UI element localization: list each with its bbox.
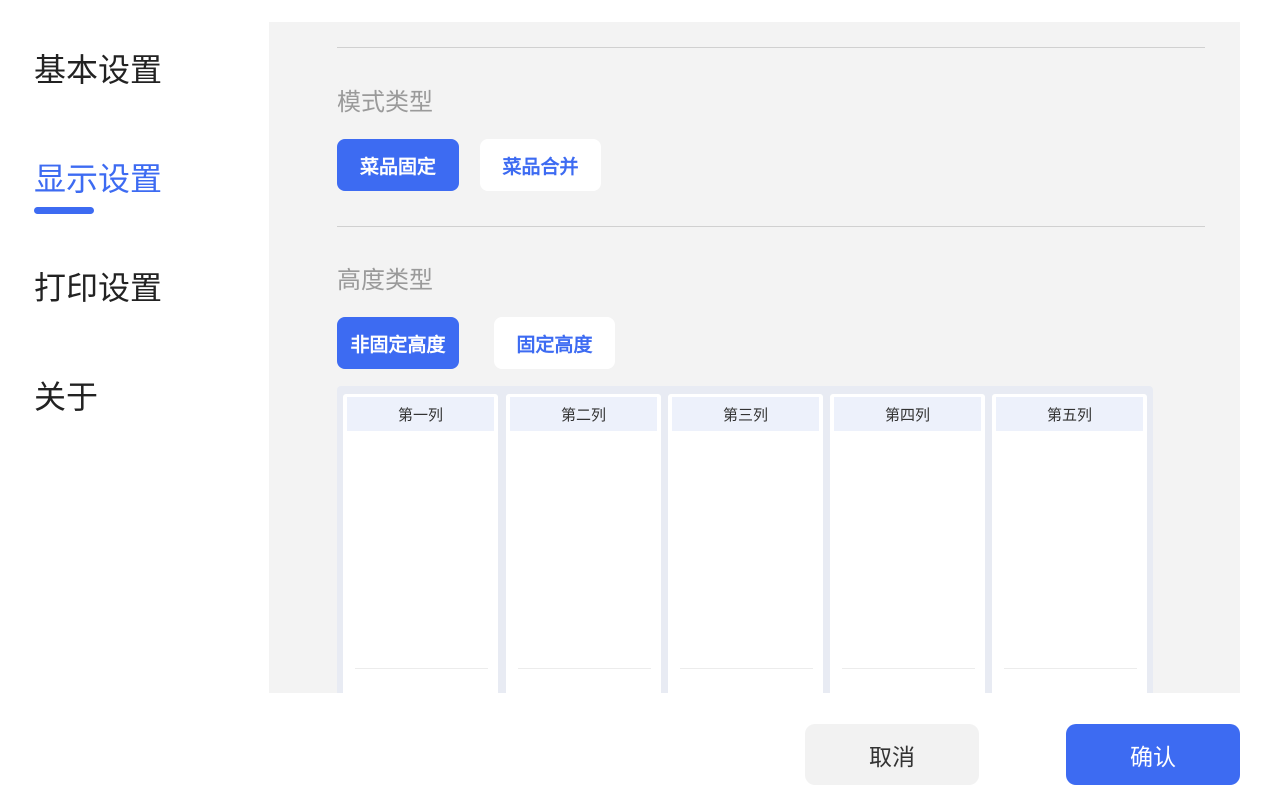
preview-column: 第二列 [506,394,661,693]
nav-item-about[interactable]: 关于 [34,377,98,417]
preview-column: 第五列 [992,394,1147,693]
section-divider [337,226,1205,227]
mode-option-dish-merge[interactable]: 菜品合并 [480,139,601,191]
preview-column: 第三列 [668,394,823,693]
active-nav-indicator [34,207,94,214]
preview-column: 第四列 [830,394,985,693]
display-settings-panel[interactable]: 模式类型 菜品固定 菜品合并 高度类型 非固定高度 固定高度 第一列 第二列 第… [269,22,1240,693]
nav-item-basic-settings[interactable]: 基本设置 [34,50,162,90]
preview-column-header: 第五列 [996,397,1143,431]
nav-item-label: 关于 [34,378,99,416]
preview-column-divider [518,668,651,669]
preview-column-header: 第二列 [510,397,657,431]
section-divider [337,47,1205,48]
cancel-button[interactable]: 取消 [805,724,979,785]
height-type-label: 高度类型 [337,266,433,294]
nav-item-label: 打印设置 [34,269,163,307]
preview-column-header: 第四列 [834,397,981,431]
preview-column-divider [842,668,975,669]
nav-item-label: 基本设置 [34,51,163,89]
nav-item-display-settings[interactable]: 显示设置 [34,159,163,214]
preview-column: 第一列 [343,394,498,693]
mode-type-label: 模式类型 [337,88,433,116]
height-option-fixed[interactable]: 固定高度 [494,317,615,369]
preview-column-divider [680,668,813,669]
nav-item-label: 显示设置 [34,160,163,198]
confirm-button[interactable]: 确认 [1066,724,1240,785]
preview-column-divider [1004,668,1137,669]
height-option-non-fixed[interactable]: 非固定高度 [337,317,459,369]
preview-column-header: 第一列 [347,397,494,431]
preview-column-header: 第三列 [672,397,819,431]
settings-sidebar: 基本设置 显示设置 打印设置 关于 [0,0,269,809]
nav-item-print-settings[interactable]: 打印设置 [34,268,162,308]
preview-column-divider [355,668,488,669]
column-layout-preview: 第一列 第二列 第三列 第四列 第五列 [337,386,1153,693]
mode-option-dish-fixed[interactable]: 菜品固定 [337,139,459,191]
